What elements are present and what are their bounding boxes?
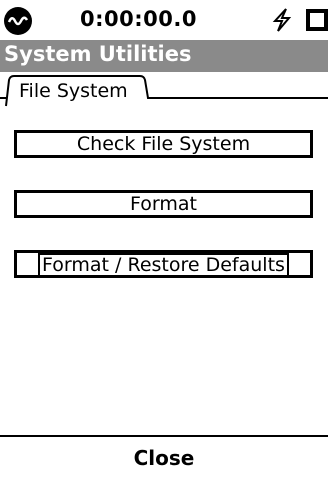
format-button[interactable]: Format bbox=[14, 190, 313, 218]
format-restore-defaults-label: Format / Restore Defaults bbox=[42, 254, 285, 276]
page-title: System Utilities bbox=[4, 42, 192, 66]
elapsed-time-readout: 0:00:00.0 bbox=[80, 7, 197, 31]
battery-icon bbox=[306, 9, 328, 31]
close-button[interactable]: Close bbox=[0, 435, 328, 483]
check-file-system-label: Check File System bbox=[76, 133, 251, 155]
format-restore-defaults-button[interactable]: Format / Restore Defaults bbox=[14, 250, 313, 278]
format-label: Format bbox=[130, 193, 197, 215]
lightning-bolt-icon bbox=[272, 8, 292, 32]
focus-indicator: Format / Restore Defaults bbox=[38, 253, 289, 277]
status-bar: 0:00:00.0 bbox=[0, 0, 328, 40]
title-bar: System Utilities bbox=[0, 40, 328, 72]
app-logo-icon bbox=[4, 7, 32, 35]
close-label: Close bbox=[133, 446, 195, 470]
check-file-system-button[interactable]: Check File System bbox=[14, 130, 313, 158]
tab-file-system[interactable]: File System bbox=[19, 80, 128, 102]
